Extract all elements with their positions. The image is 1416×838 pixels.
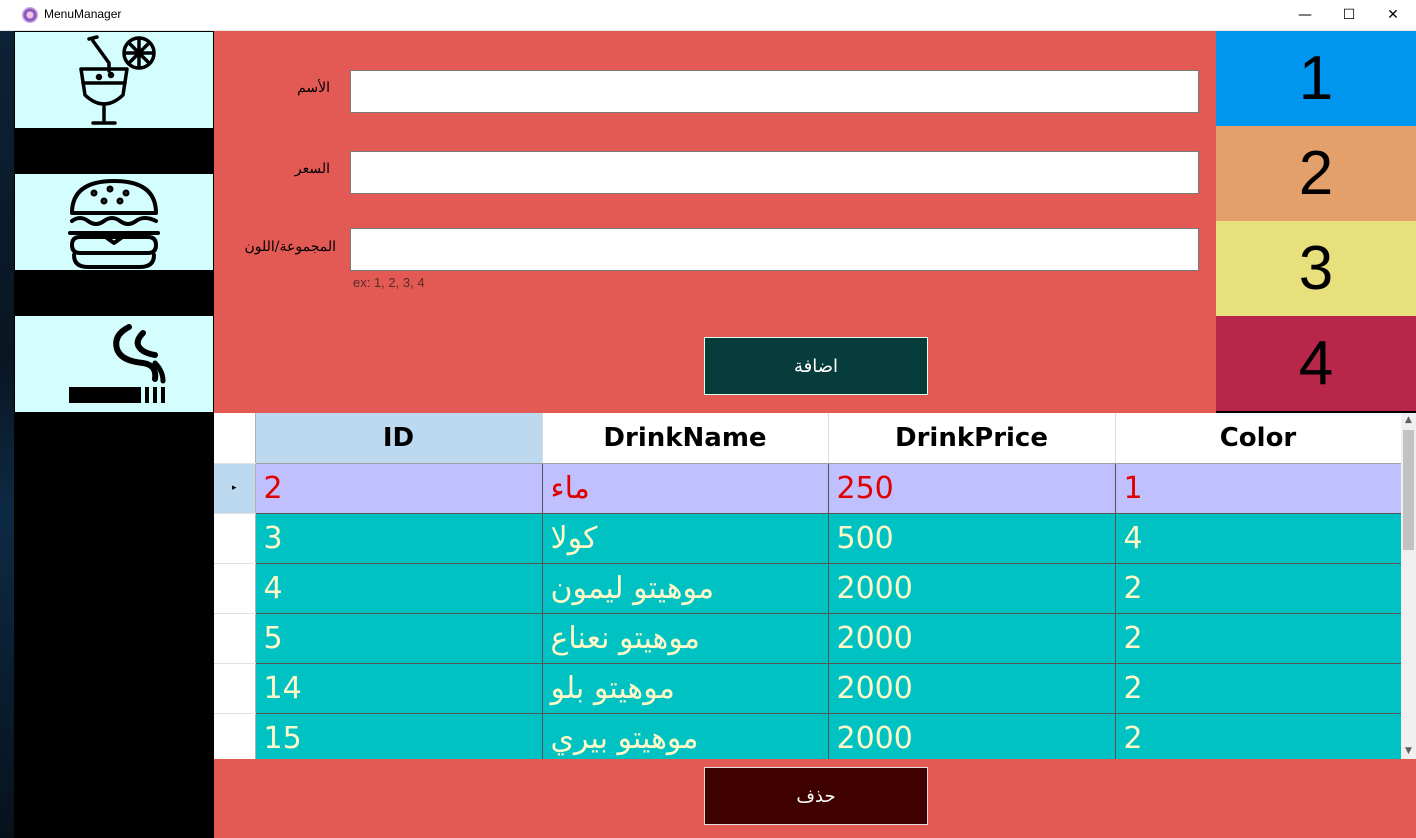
category-drinks-button[interactable] [15, 32, 213, 128]
group-label: المجموعة/اللون [244, 239, 337, 255]
cocktail-icon [79, 35, 156, 125]
cigarette-icon [69, 324, 166, 403]
table-row[interactable]: 15 موهيتو بيري 2000 2 [214, 713, 1402, 759]
cell-id[interactable]: 5 [255, 613, 543, 664]
row-header[interactable] [214, 713, 256, 759]
group-1-button[interactable]: 1 [1216, 31, 1416, 126]
item-form: الأسم السعر المجموعة/اللون ex: 1, 2, 3, … [214, 31, 1216, 413]
scroll-up-arrow-icon[interactable]: ▲ [1401, 413, 1416, 428]
name-input[interactable] [350, 70, 1199, 113]
cell-drinkprice[interactable]: 2000 [828, 713, 1116, 759]
cell-id[interactable]: 4 [255, 563, 543, 614]
scroll-down-arrow-icon[interactable]: ▼ [1401, 744, 1416, 759]
title-bar: MenuManager — ☐ ✕ [0, 0, 1416, 31]
maximize-button[interactable]: ☐ [1326, 0, 1372, 30]
price-input[interactable] [350, 151, 1199, 194]
drinks-grid[interactable]: ID DrinkName DrinkPrice Color ▸ 2 ماء 25… [214, 413, 1416, 759]
minimize-button[interactable]: — [1282, 0, 1328, 30]
header-row: ID DrinkName DrinkPrice Color [214, 413, 1402, 464]
table-row[interactable]: 3 كولا 500 4 [214, 513, 1402, 564]
burger-icon [68, 179, 160, 269]
cell-id[interactable]: 15 [255, 713, 543, 759]
main-window: MenuManager — ☐ ✕ الأسم السعر المجموعة/ا… [0, 0, 1416, 838]
bottom-bar: حذف [214, 759, 1416, 838]
cell-id[interactable]: 14 [255, 663, 543, 714]
table-row[interactable]: 14 موهيتو بلو 2000 2 [214, 663, 1402, 714]
cell-color[interactable]: 2 [1115, 663, 1402, 714]
cell-drinkprice[interactable]: 500 [828, 513, 1116, 564]
delete-button[interactable]: حذف [704, 767, 928, 825]
cell-drinkprice[interactable]: 2000 [828, 663, 1116, 714]
cell-drinkprice[interactable]: 2000 [828, 563, 1116, 614]
grid-vertical-scrollbar[interactable]: ▲ ▼ [1401, 413, 1416, 759]
cell-drinkname[interactable]: ماء [542, 463, 829, 514]
cell-color[interactable]: 2 [1115, 563, 1402, 614]
cell-drinkname[interactable]: موهيتو ليمون [542, 563, 829, 614]
cell-drinkname[interactable]: موهيتو نعناع [542, 613, 829, 664]
cell-id[interactable]: 2 [255, 463, 543, 514]
cell-id[interactable]: 3 [255, 513, 543, 564]
group-color-panel: 1 2 3 4 [1216, 31, 1416, 411]
app-icon [22, 7, 38, 23]
cell-drinkname[interactable]: كولا [542, 513, 829, 564]
row-header[interactable] [214, 663, 256, 714]
cell-drinkname[interactable]: موهيتو بلو [542, 663, 829, 714]
window-title: MenuManager [44, 7, 122, 21]
cell-color[interactable]: 1 [1115, 463, 1402, 514]
group-2-button[interactable]: 2 [1216, 126, 1416, 221]
close-button[interactable]: ✕ [1370, 0, 1416, 30]
name-label: الأسم [297, 80, 330, 96]
column-header-drinkprice[interactable]: DrinkPrice [828, 413, 1116, 464]
group-4-button[interactable]: 4 [1216, 316, 1416, 411]
cell-color[interactable]: 2 [1115, 613, 1402, 664]
drinks-table: ID DrinkName DrinkPrice Color ▸ 2 ماء 25… [214, 413, 1402, 759]
column-header-color[interactable]: Color [1115, 413, 1402, 464]
group-hint: ex: 1, 2, 3, 4 [353, 275, 425, 290]
scroll-thumb[interactable] [1403, 430, 1414, 550]
row-header[interactable] [214, 513, 256, 564]
column-header-drinkname[interactable]: DrinkName [542, 413, 829, 464]
price-label: السعر [294, 161, 330, 177]
cell-drinkprice[interactable]: 2000 [828, 613, 1116, 664]
category-sidebar [14, 31, 214, 838]
add-button[interactable]: اضافة [704, 337, 928, 395]
column-header-id[interactable]: ID [255, 413, 543, 464]
desktop-background [0, 31, 14, 838]
table-row[interactable]: 4 موهيتو ليمون 2000 2 [214, 563, 1402, 614]
group-3-button[interactable]: 3 [1216, 221, 1416, 316]
row-header-current[interactable]: ▸ [214, 463, 256, 514]
cell-color[interactable]: 4 [1115, 513, 1402, 564]
cell-drinkname[interactable]: موهيتو بيري [542, 713, 829, 759]
row-header[interactable] [214, 613, 256, 664]
cell-color[interactable]: 2 [1115, 713, 1402, 759]
table-row[interactable]: ▸ 2 ماء 250 1 [214, 463, 1402, 514]
category-smoking-button[interactable] [15, 316, 213, 412]
cell-drinkprice[interactable]: 250 [828, 463, 1116, 514]
corner-header[interactable] [214, 413, 256, 464]
row-header[interactable] [214, 563, 256, 614]
category-food-button[interactable] [15, 174, 213, 270]
table-row[interactable]: 5 موهيتو نعناع 2000 2 [214, 613, 1402, 664]
group-input[interactable] [350, 228, 1199, 271]
